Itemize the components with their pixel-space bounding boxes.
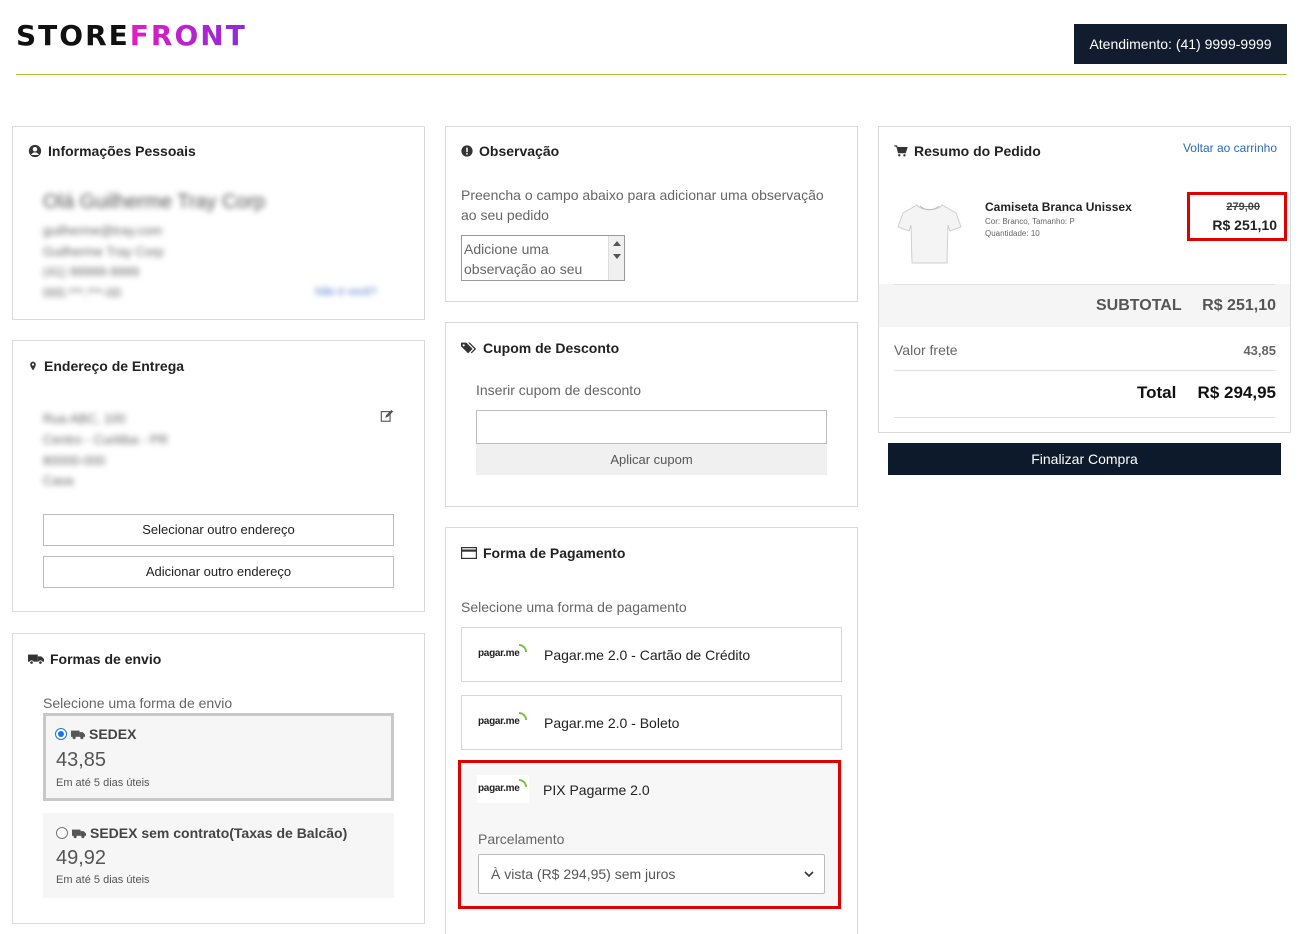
scroll-down-icon[interactable] xyxy=(613,254,621,259)
coupon-label: Inserir cupom de desconto xyxy=(476,382,641,398)
shipping-option-sedex-balcao[interactable]: SEDEX sem contrato(Taxas de Balcão) 49,9… xyxy=(43,813,394,898)
summary-title: Resumo do Pedido xyxy=(894,143,1041,159)
scroll-up-icon[interactable] xyxy=(613,241,621,246)
observation-card: Observação Preencha o campo abaixo para … xyxy=(445,126,858,302)
shipping-card: Formas de envio Selecione uma forma de e… xyxy=(12,633,425,924)
atendimento-badge: Atendimento: (41) 9999-9999 xyxy=(1074,24,1287,64)
textarea-scrollbar[interactable] xyxy=(608,236,624,280)
payment-option-label: Pagar.me 2.0 - Boleto xyxy=(544,715,680,731)
tags-icon xyxy=(461,342,477,354)
product-image xyxy=(895,199,963,267)
highlight-pix-box xyxy=(458,760,841,909)
address-line1: Rua ABC, 100 xyxy=(43,411,126,426)
tshirt-icon xyxy=(897,204,962,264)
coupon-card: Cupom de Desconto Inserir cupom de desco… xyxy=(445,322,858,507)
payment-title: Forma de Pagamento xyxy=(461,545,625,561)
subtotal-value: R$ 251,10 xyxy=(1202,297,1276,314)
pagarme-logo: pagar.me xyxy=(478,712,527,727)
address-line4: Casa xyxy=(43,473,74,488)
personal-email: guilherme@tray.com xyxy=(43,223,163,238)
shipping-radio-sedex[interactable] xyxy=(55,728,67,740)
address-card: Endereço de Entrega Rua ABC, 100 Centro … xyxy=(12,340,425,612)
total-label: Total xyxy=(1137,383,1177,402)
personal-info-card: Informações Pessoais Olá Guilherme Tray … xyxy=(12,126,425,320)
observation-text: Preencha o campo abaixo para adicionar u… xyxy=(461,187,824,223)
observation-title: Observação xyxy=(461,143,559,159)
not-you-link[interactable]: Não é você? xyxy=(315,286,377,298)
truck-icon xyxy=(72,829,86,838)
highlight-price-box xyxy=(1187,192,1287,241)
add-address-button[interactable]: Adicionar outro endereço xyxy=(43,556,394,588)
personal-company: Guilherme Tray Corp xyxy=(43,244,164,259)
subtotal-band: SUBTOTAL R$ 251,10 xyxy=(879,284,1290,327)
coupon-input[interactable] xyxy=(476,410,827,444)
product-name: Camiseta Branca Unissex xyxy=(985,200,1132,214)
address-line2: Centro - Curitiba - PR xyxy=(43,432,168,447)
back-to-cart-link[interactable]: Voltar ao carrinho xyxy=(1183,141,1277,155)
truck-icon xyxy=(71,730,85,739)
product-qty: Quantidade: 10 xyxy=(985,229,1040,238)
map-pin-icon xyxy=(30,361,36,371)
shipping-days-sedex-balcao: Em até 5 dias úteis xyxy=(56,874,150,886)
subtotal-label: SUBTOTAL xyxy=(1096,297,1182,314)
page-header: STOREFRONT Atendimento: (41) 9999-9999 xyxy=(16,0,1287,75)
freight-label: Valor frete xyxy=(894,342,958,358)
personal-phone: (41) 99999-9999 xyxy=(43,264,140,279)
address-title: Endereço de Entrega xyxy=(28,358,184,374)
order-summary-card: Resumo do Pedido Voltar ao carrinho Cami… xyxy=(878,126,1291,433)
storefront-logo[interactable]: STOREFRONT xyxy=(16,20,247,52)
shipping-price-sedex-balcao: 49,92 xyxy=(56,847,107,869)
edit-icon[interactable] xyxy=(380,409,394,423)
band-divider xyxy=(894,284,1275,285)
apply-coupon-button[interactable]: Aplicar cupom xyxy=(476,444,827,475)
payment-option-label: Pagar.me 2.0 - Cartão de Crédito xyxy=(544,647,751,663)
total-value: R$ 294,95 xyxy=(1197,383,1276,402)
personal-info-title: Informações Pessoais xyxy=(28,143,196,159)
shipping-prompt: Selecione uma forma de envio xyxy=(43,695,233,711)
payment-option-credit-card[interactable]: pagar.me Pagar.me 2.0 - Cartão de Crédit… xyxy=(461,627,842,682)
user-circle-icon xyxy=(28,144,42,158)
select-address-button[interactable]: Selecionar outro endereço xyxy=(43,514,394,546)
observation-textarea[interactable]: Adicione uma observação ao seu pedido xyxy=(461,235,625,281)
shopping-cart-icon xyxy=(894,145,908,157)
shipping-radio-sedex-balcao[interactable] xyxy=(56,827,68,839)
pagarme-logo: pagar.me xyxy=(478,644,527,659)
shipping-price-sedex: 43,85 xyxy=(56,749,107,771)
divider xyxy=(894,370,1275,371)
finalize-purchase-button[interactable]: Finalizar Compra xyxy=(888,443,1281,475)
personal-doc: 000.***.***-00 xyxy=(43,285,122,300)
shipping-days-sedex: Em até 5 dias úteis xyxy=(56,777,150,789)
shipping-option-sedex[interactable]: SEDEX 43,85 Em até 5 dias úteis xyxy=(43,713,394,801)
freight-value: 43,85 xyxy=(1243,343,1276,358)
address-line3: 80000-000 xyxy=(43,453,106,468)
observation-placeholder: Adicione uma observação ao seu pedido xyxy=(464,241,583,277)
divider xyxy=(894,417,1275,418)
personal-name: Olá Guilherme Tray Corp xyxy=(43,191,266,213)
credit-card-icon xyxy=(461,547,477,559)
payment-prompt: Selecione uma forma de pagamento xyxy=(461,599,687,615)
product-attrs: Cor: Branco, Tamanho: P xyxy=(985,217,1075,226)
coupon-title: Cupom de Desconto xyxy=(461,340,619,356)
shipping-title: Formas de envio xyxy=(28,651,161,667)
truck-icon xyxy=(28,654,44,665)
payment-option-boleto[interactable]: pagar.me Pagar.me 2.0 - Boleto xyxy=(461,695,842,750)
exclamation-circle-icon xyxy=(461,145,473,157)
